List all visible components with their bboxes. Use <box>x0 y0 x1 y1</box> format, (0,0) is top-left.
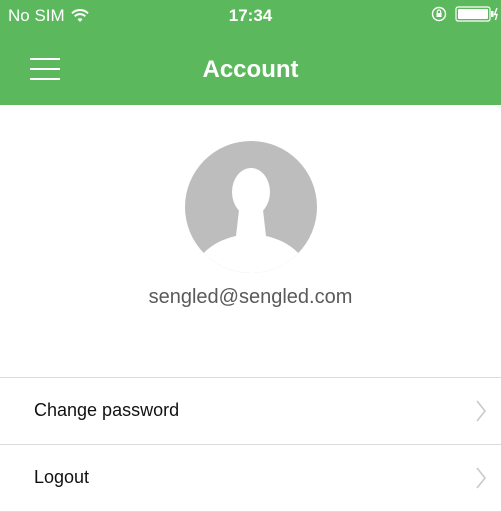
user-email: sengled@sengled.com <box>148 286 353 308</box>
nav-bar: Account <box>0 40 501 102</box>
status-bar: No SIM 17:34 <box>0 0 501 32</box>
change-password-item[interactable]: Change password <box>0 378 501 445</box>
page-title: Account <box>202 56 299 83</box>
header: No SIM 17:34 Account <box>0 0 501 105</box>
chevron-right-icon <box>476 400 486 422</box>
status-time: 17:34 <box>228 6 273 25</box>
status-right <box>431 6 499 22</box>
user-avatar-icon[interactable] <box>184 140 318 274</box>
profile-section: sengled@sengled.com <box>0 140 501 309</box>
battery-icon <box>455 6 498 22</box>
list-item-label: Logout <box>34 467 90 487</box>
chevron-right-icon <box>476 467 486 489</box>
logout-item[interactable]: Logout <box>0 445 501 512</box>
list-item-label: Change password <box>34 400 180 420</box>
settings-list: Change password Logout <box>0 377 501 512</box>
orientation-lock-icon <box>431 6 447 22</box>
